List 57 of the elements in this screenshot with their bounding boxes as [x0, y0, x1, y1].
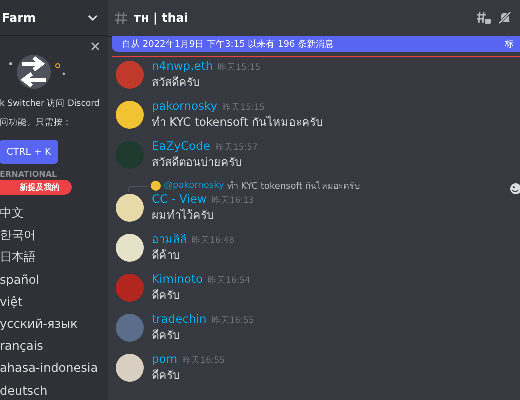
channel-item[interactable]: spañol: [0, 268, 108, 291]
threads-icon[interactable]: [476, 11, 492, 25]
channel-item[interactable]: усский-язык: [0, 312, 108, 336]
reply-author[interactable]: @pakornosky: [164, 180, 224, 190]
timestamp: 昨天16:55: [212, 315, 254, 327]
message-text: สวัสดีตอนบ่ายครับ: [152, 154, 243, 170]
timestamp: 昨天16:54: [208, 275, 251, 287]
author-name[interactable]: Kiminoto: [152, 272, 204, 287]
channel-item[interactable]: 中文: [0, 202, 108, 224]
message-text: ดีครับ: [152, 287, 181, 303]
message-text: ดีครับ: [152, 327, 181, 343]
channel-item[interactable]: 日本語: [0, 246, 108, 269]
avatar[interactable]: [116, 194, 144, 222]
author-name[interactable]: CC - View: [152, 192, 207, 207]
switcher-hint: 问功能。只需按：: [0, 117, 72, 130]
channel-item[interactable]: việt: [0, 290, 108, 313]
swap-arrows-drawing: [8, 52, 66, 92]
channel-name: тн | thai: [134, 11, 190, 25]
avatar[interactable]: [116, 234, 144, 262]
server-name[interactable]: Farm: [2, 10, 36, 24]
add-reaction-icon[interactable]: [510, 183, 520, 195]
avatar: [151, 180, 161, 190]
hashtag-icon: [114, 11, 128, 25]
channel-item[interactable]: deutsch: [0, 380, 108, 400]
muted-bell-icon[interactable]: [498, 11, 512, 25]
avatar[interactable]: [116, 354, 144, 382]
message-text: สวัสดีครับ: [152, 74, 201, 90]
message-text: ทำ KYC tokensoft กันไหมอะครับ: [152, 114, 324, 130]
new-messages-bar[interactable]: 自从 2022年1月9日 下午3:15 以来有 196 条新消息 标: [112, 36, 520, 52]
chevron-down-icon[interactable]: [88, 14, 98, 20]
timestamp: 昨天16:55: [182, 355, 226, 367]
mark-read-button[interactable]: 标: [505, 38, 514, 50]
reply-text[interactable]: ทำ KYC tokensoft กันไหมอะครับ: [227, 178, 361, 192]
switcher-hint: k Switcher 访问 Discord: [0, 98, 100, 111]
channel-item[interactable]: ahasa-indonesia: [0, 357, 108, 380]
timestamp: 昨天16:48: [192, 235, 234, 247]
avatar[interactable]: [116, 101, 144, 129]
channel-item[interactable]: rançais: [0, 335, 108, 358]
message-text: ผมทำไว้ครับ: [152, 207, 215, 223]
message-text: ดีค้าบ: [152, 247, 181, 263]
close-icon[interactable]: [91, 42, 100, 51]
author-name[interactable]: EaZyCode: [152, 139, 210, 154]
new-messages-text: 自从 2022年1月9日 下午3:15 以来有 196 条新消息: [122, 38, 334, 50]
author-name[interactable]: tradechin: [152, 312, 207, 327]
channel-item[interactable]: 한국어: [0, 224, 108, 246]
timestamp: 昨天16:13: [212, 195, 254, 207]
author-name[interactable]: n4nwp.eth: [152, 59, 214, 74]
author-name[interactable]: อามลิลิ: [152, 232, 187, 247]
category-label[interactable]: ERNATIONAL: [0, 170, 102, 179]
timestamp: 昨天15:15: [222, 102, 266, 114]
mention-pill[interactable]: 新提及我的: [0, 180, 72, 195]
message-text: ดีครับ: [152, 367, 181, 383]
timestamp: 昨天15:15: [218, 62, 261, 74]
author-name[interactable]: pom: [152, 352, 178, 367]
timestamp: 昨天15:57: [215, 142, 258, 154]
author-name[interactable]: pakornosky: [152, 99, 218, 114]
shortcut-button[interactable]: CTRL + K: [0, 140, 58, 164]
